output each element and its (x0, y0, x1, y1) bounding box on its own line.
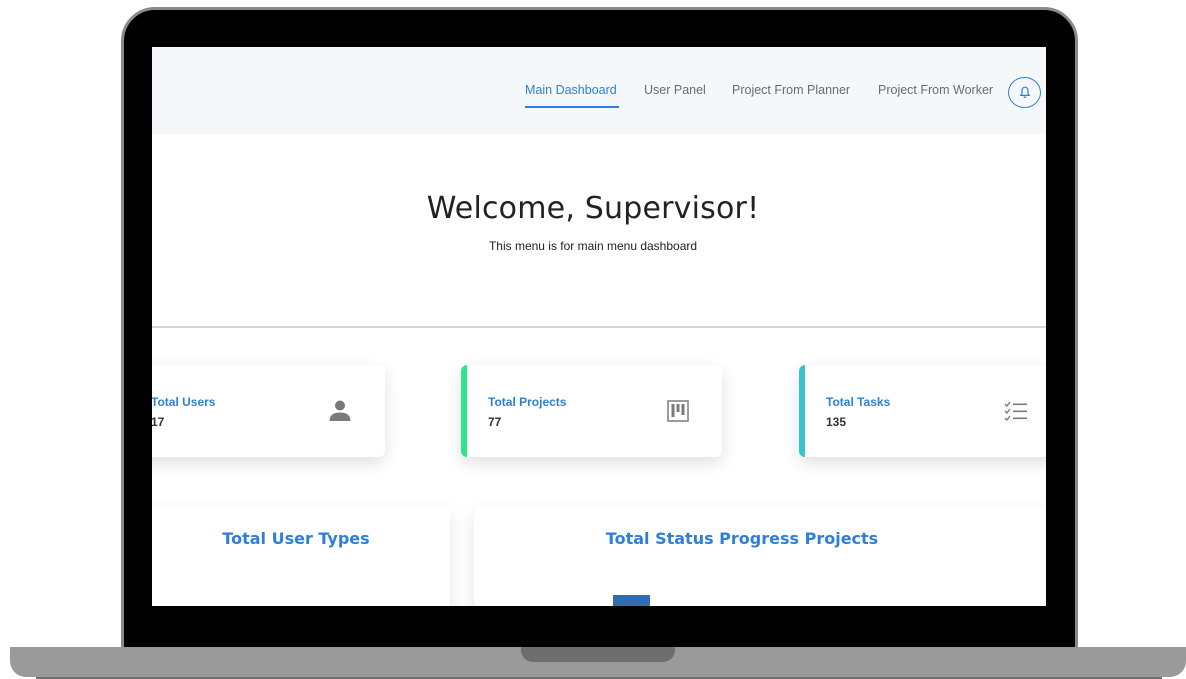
laptop-notch (521, 647, 675, 662)
notification-button[interactable] (1008, 77, 1041, 108)
user-icon (329, 400, 351, 421)
stat-label-tasks: Total Tasks (826, 395, 891, 409)
card-accent-green (461, 365, 467, 457)
nav-project-from-planner[interactable]: Project From Planner (732, 83, 850, 97)
panel-user-types: Total User Types (152, 507, 450, 606)
top-navbar: Main Dashboard User Panel Project From P… (152, 47, 1046, 134)
section-divider (152, 326, 1046, 328)
stat-value-projects: 77 (488, 415, 502, 429)
chart-bar (613, 595, 650, 606)
nav-user-panel[interactable]: User Panel (644, 83, 706, 97)
stat-card-tasks: Total Tasks 135 (799, 365, 1046, 457)
nav-main-dashboard[interactable]: Main Dashboard (525, 83, 617, 97)
card-accent-teal (799, 365, 805, 457)
page-subtitle: This menu is for main menu dashboard (488, 239, 698, 253)
panel-status-progress: Total Status Progress Projects (474, 507, 1046, 606)
stat-label-users: Total Users (152, 395, 216, 409)
nav-project-from-worker[interactable]: Project From Worker (878, 83, 993, 97)
stat-value-tasks: 135 (826, 415, 847, 429)
active-tab-underline (525, 106, 619, 108)
panel-title-status-progress: Total Status Progress Projects (605, 529, 879, 548)
stat-card-projects: Total Projects 77 (461, 365, 722, 457)
stat-value-users: 17 (152, 415, 165, 429)
panel-title-user-types: Total User Types (222, 529, 370, 548)
bell-icon (1019, 86, 1030, 98)
stat-label-projects: Total Projects (488, 395, 567, 409)
kanban-icon (667, 400, 689, 422)
page-title: Welcome, Supervisor! (426, 191, 760, 226)
checklist-icon (1004, 401, 1027, 421)
app-screen: Main Dashboard User Panel Project From P… (152, 47, 1046, 606)
stat-card-users: Total Users 17 (152, 365, 385, 457)
